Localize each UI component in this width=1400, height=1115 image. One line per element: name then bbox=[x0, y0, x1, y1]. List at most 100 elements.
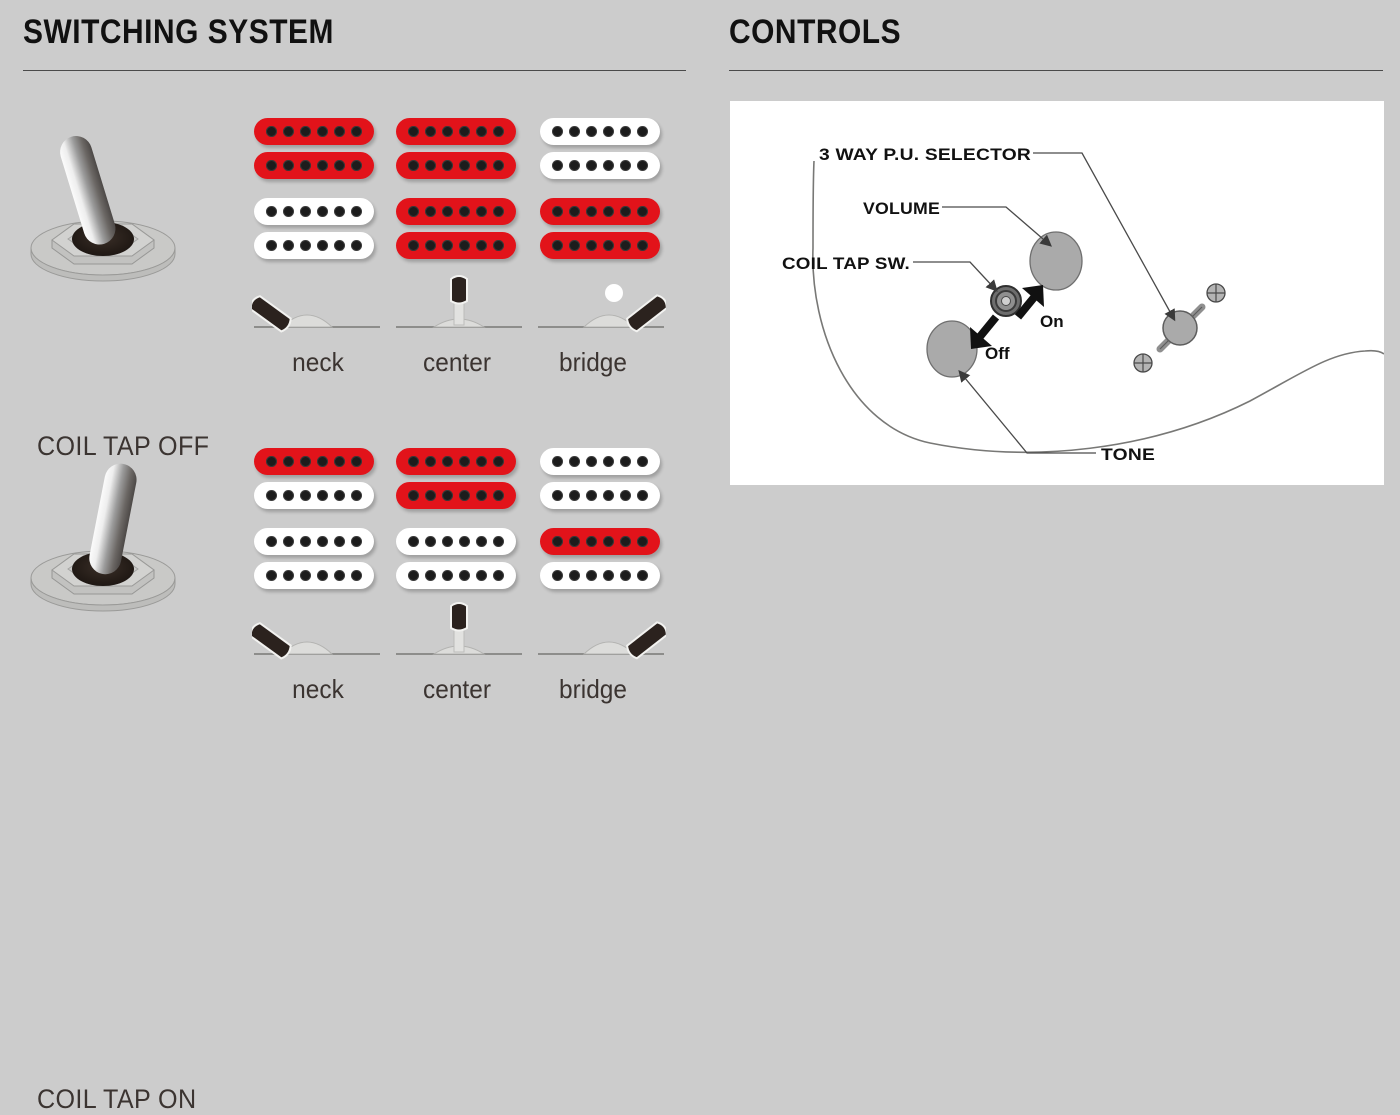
pole-piece bbox=[334, 490, 345, 501]
pole-piece bbox=[408, 456, 419, 467]
pole-piece bbox=[266, 570, 277, 581]
toggle-switch-illustration-off bbox=[30, 136, 176, 282]
coil-tap-off-toggle-switch[interactable]: COIL TAP OFF bbox=[16, 128, 209, 461]
pole-piece bbox=[586, 490, 597, 501]
selector-position-icon-neck-bottom[interactable] bbox=[252, 602, 382, 664]
pole-piece bbox=[442, 206, 453, 217]
coil bbox=[540, 562, 660, 589]
pole-piece bbox=[586, 160, 597, 171]
pole-piece bbox=[569, 490, 580, 501]
pole-piece bbox=[603, 160, 614, 171]
pole-piece bbox=[317, 160, 328, 171]
pole-piece bbox=[493, 570, 504, 581]
pole-piece bbox=[586, 126, 597, 137]
three-way-switch-bridge-icon bbox=[538, 284, 666, 333]
pole-piece bbox=[493, 240, 504, 251]
coil-tap-on-toggle-switch[interactable]: COIL TAP ON bbox=[16, 458, 196, 1114]
coil bbox=[254, 152, 374, 179]
pole-piece bbox=[283, 456, 294, 467]
coil bbox=[540, 118, 660, 145]
tone-knob[interactable] bbox=[926, 320, 978, 378]
pole-piece bbox=[283, 160, 294, 171]
coil bbox=[254, 232, 374, 259]
coil bbox=[254, 448, 374, 475]
pole-piece bbox=[569, 570, 580, 581]
label-tone: TONE bbox=[1101, 445, 1155, 464]
pole-piece bbox=[476, 240, 487, 251]
selector-caption-neck-bottom: neck bbox=[292, 674, 344, 704]
coil bbox=[254, 482, 374, 509]
pickup-diagram-coil-tap-off-center bbox=[396, 118, 516, 266]
controls-diagram-panel: 3 WAY P.U. SELECTOR VOLUME COIL TAP SW. … bbox=[730, 101, 1384, 485]
pole-piece bbox=[317, 570, 328, 581]
pole-piece bbox=[266, 126, 277, 137]
pole-piece bbox=[317, 456, 328, 467]
coil bbox=[396, 448, 516, 475]
pole-piece bbox=[283, 570, 294, 581]
pole-piece bbox=[603, 206, 614, 217]
selector-position-icon-neck-top[interactable] bbox=[252, 275, 382, 337]
three-way-selector-switch[interactable] bbox=[1133, 283, 1226, 373]
selector-position-icon-center-top[interactable] bbox=[394, 275, 524, 337]
pole-piece bbox=[569, 160, 580, 171]
pole-piece bbox=[459, 536, 470, 547]
pole-piece bbox=[442, 570, 453, 581]
label-switch-on: On bbox=[1040, 312, 1064, 331]
section-divider-controls bbox=[729, 70, 1383, 71]
pole-piece bbox=[620, 490, 631, 501]
selector-position-icon-center-bottom[interactable] bbox=[394, 602, 524, 664]
pole-piece bbox=[637, 456, 648, 467]
selector-caption-center-top: center bbox=[423, 347, 491, 377]
pickup-diagram-coil-tap-off-neck bbox=[254, 118, 374, 266]
pole-piece bbox=[459, 126, 470, 137]
pole-piece bbox=[283, 126, 294, 137]
neck-humbucker-coils bbox=[540, 118, 660, 179]
three-way-switch-neck-icon bbox=[252, 295, 380, 333]
pole-piece bbox=[300, 536, 311, 547]
pole-piece bbox=[459, 570, 470, 581]
section-heading-controls: CONTROLS bbox=[729, 13, 902, 51]
pole-piece bbox=[586, 456, 597, 467]
pole-piece bbox=[459, 160, 470, 171]
pole-piece bbox=[408, 536, 419, 547]
coil bbox=[396, 562, 516, 589]
pole-piece bbox=[351, 240, 362, 251]
pole-piece bbox=[603, 536, 614, 547]
pole-piece bbox=[620, 570, 631, 581]
bridge-humbucker-coils bbox=[540, 198, 660, 259]
pickup-diagram-coil-tap-on-center bbox=[396, 448, 516, 596]
bridge-humbucker-coils bbox=[540, 528, 660, 589]
selector-caption-bridge-bottom: bridge bbox=[559, 674, 627, 704]
pole-piece bbox=[300, 206, 311, 217]
coil-tap-switch[interactable] bbox=[990, 285, 1022, 317]
volume-knob[interactable] bbox=[1029, 231, 1083, 291]
pole-piece bbox=[476, 126, 487, 137]
pole-piece bbox=[283, 206, 294, 217]
neck-humbucker-coils bbox=[254, 448, 374, 509]
pole-piece bbox=[476, 570, 487, 581]
selector-position-icon-bridge-top[interactable] bbox=[536, 275, 666, 337]
pole-piece bbox=[637, 536, 648, 547]
toggle-switch-illustration-on bbox=[30, 463, 176, 612]
pickup-spacer bbox=[396, 516, 516, 528]
selector-position-icon-bridge-bottom[interactable] bbox=[536, 602, 666, 664]
pole-piece bbox=[637, 206, 648, 217]
pole-piece bbox=[300, 456, 311, 467]
label-coil-tap-switch: COIL TAP SW. bbox=[782, 254, 910, 273]
pole-piece bbox=[442, 456, 453, 467]
pole-piece bbox=[552, 240, 563, 251]
pole-piece bbox=[586, 536, 597, 547]
pole-piece bbox=[569, 206, 580, 217]
coil bbox=[254, 562, 374, 589]
pickup-diagram-coil-tap-on-bridge bbox=[540, 448, 660, 596]
pole-piece bbox=[637, 126, 648, 137]
pickup-spacer bbox=[254, 516, 374, 528]
pole-piece bbox=[351, 126, 362, 137]
selector-caption-center-bottom: center bbox=[423, 674, 491, 704]
leader-line-tone bbox=[958, 369, 1096, 454]
pole-piece bbox=[586, 240, 597, 251]
pole-piece bbox=[334, 206, 345, 217]
coil bbox=[540, 448, 660, 475]
leader-line-volume bbox=[942, 206, 1052, 247]
pole-piece bbox=[620, 536, 631, 547]
